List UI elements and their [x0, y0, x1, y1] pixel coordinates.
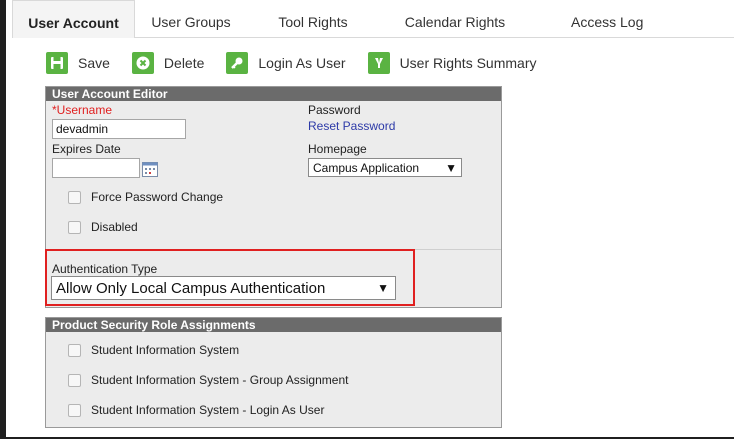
role-label: Student Information System - Login As Us…	[91, 403, 325, 417]
list-item: Student Information System - Login As Us…	[68, 403, 324, 417]
role-checkbox[interactable]	[68, 373, 81, 387]
role-label: Student Information System - Group Assig…	[91, 373, 349, 387]
login-as-user-label: Login As User	[258, 55, 346, 71]
toolbar: Save Delete Login As User User Rights Su…	[46, 48, 558, 78]
list-item: Student Information System	[68, 343, 239, 357]
disabled-checkbox[interactable]	[68, 220, 81, 234]
save-icon	[46, 52, 68, 74]
disabled-row: Disabled	[68, 220, 138, 234]
homepage-label: Homepage	[308, 142, 367, 156]
delete-label: Delete	[163, 55, 205, 71]
delete-icon	[131, 52, 154, 74]
highlight-box	[45, 249, 415, 306]
save-button[interactable]: Save	[46, 48, 110, 78]
role-checkbox[interactable]	[68, 403, 81, 417]
expires-date-input[interactable]	[52, 158, 140, 178]
username-input[interactable]	[52, 119, 186, 139]
tab-bar: User Account User Groups Tool Rights Cal…	[12, 0, 734, 38]
tab-calendar-rights[interactable]: Calendar Rights	[379, 0, 531, 38]
username-label: *Username	[52, 103, 113, 117]
user-rights-summary-button[interactable]: User Rights Summary	[367, 48, 537, 78]
tab-user-groups[interactable]: User Groups	[135, 0, 247, 38]
homepage-select[interactable]: Campus Application ▼	[308, 158, 462, 177]
panel-title: Product Security Role Assignments	[46, 318, 501, 332]
calendar-icon[interactable]	[142, 161, 158, 177]
role-label: Student Information System	[91, 343, 240, 357]
tab-tool-rights[interactable]: Tool Rights	[247, 0, 379, 38]
reset-password-link[interactable]: Reset Password	[308, 119, 395, 133]
tab-access-log[interactable]: Access Log	[531, 0, 734, 38]
key-icon	[226, 52, 249, 74]
expires-date-label: Expires Date	[52, 142, 121, 156]
panel-title: User Account Editor	[46, 87, 501, 101]
list-item: Student Information System - Group Assig…	[68, 373, 348, 387]
window-frame: User Account User Groups Tool Rights Cal…	[0, 0, 734, 439]
delete-button[interactable]: Delete	[131, 48, 205, 78]
rights-summary-icon	[367, 52, 390, 74]
force-password-change-label: Force Password Change	[91, 190, 224, 204]
save-label: Save	[78, 55, 110, 71]
tab-user-account[interactable]: User Account	[12, 0, 135, 38]
role-assignments-panel: Product Security Role Assignments Studen…	[45, 317, 502, 428]
homepage-value: Campus Application	[313, 160, 420, 175]
role-checkbox[interactable]	[68, 343, 81, 357]
force-password-change-checkbox[interactable]	[68, 190, 81, 204]
chevron-down-icon: ▼	[445, 160, 457, 175]
password-label: Password	[308, 103, 361, 117]
user-rights-summary-label: User Rights Summary	[399, 55, 537, 71]
disabled-label: Disabled	[91, 220, 138, 234]
force-password-change-row: Force Password Change	[68, 190, 223, 204]
login-as-user-button[interactable]: Login As User	[226, 48, 346, 78]
